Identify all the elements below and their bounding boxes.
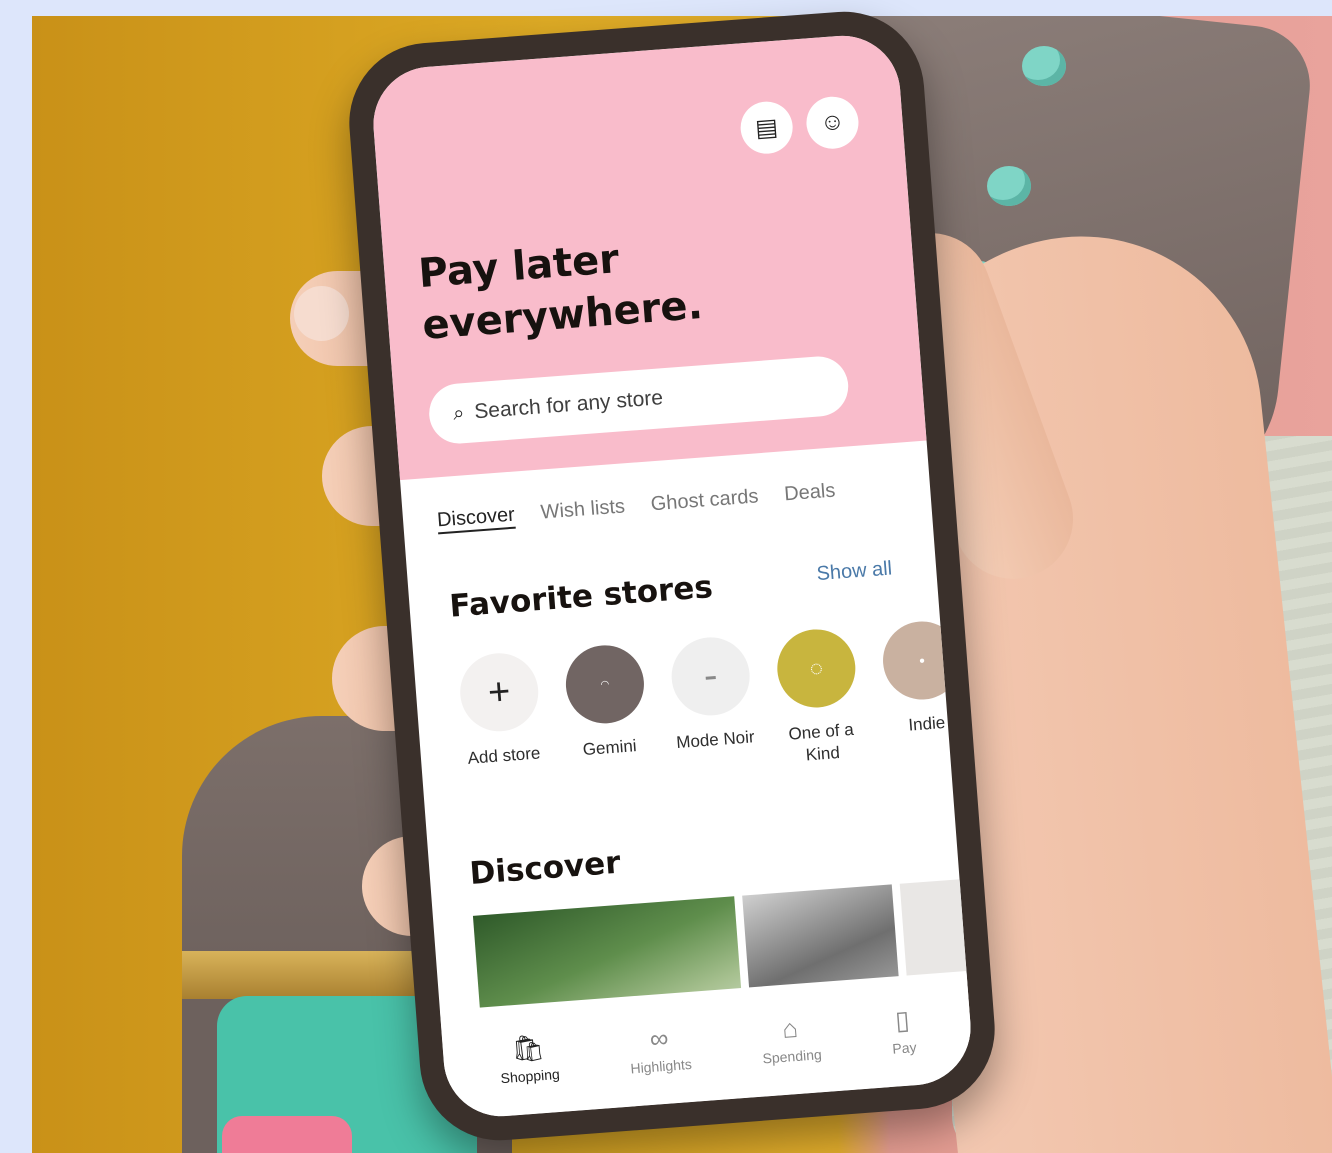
header-panel: ▤ ☺ Pay later everywhere. ⌕ Search for a…	[369, 31, 927, 481]
app-screen: ▤ ☺ Pay later everywhere. ⌕ Search for a…	[369, 31, 975, 1121]
tab-wish-lists[interactable]: Wish lists	[540, 495, 626, 524]
store-one-of-a-kind[interactable]: ◌ One of a Kind	[771, 626, 867, 768]
store-add[interactable]: + Add store	[453, 650, 549, 792]
mode-noir-logo: ▬	[668, 634, 753, 719]
one-of-a-kind-logo: ◌	[774, 626, 859, 711]
smartphone: ▤ ☺ Pay later everywhere. ⌕ Search for a…	[343, 5, 1001, 1147]
lace-hook	[1022, 46, 1066, 86]
nav-shopping[interactable]: 🛍 Shopping	[498, 1031, 561, 1087]
favorite-stores-list: + Add store ◠ Gemini ▬ Mode Noir ◌ One o…	[453, 618, 972, 792]
shopping-bag-icon: 🛍	[510, 1031, 546, 1065]
nav-label: Shopping	[500, 1065, 561, 1087]
search-icon: ⌕	[452, 401, 466, 425]
tab-ghost-cards[interactable]: Ghost cards	[650, 485, 759, 516]
store-mode-noir[interactable]: ▬ Mode Noir	[665, 634, 761, 776]
search-placeholder: Search for any store	[473, 386, 664, 424]
nav-spending[interactable]: ⌂ Spending	[759, 1012, 823, 1067]
nav-label: Pay	[891, 1039, 918, 1057]
skate-pink-stopper	[222, 1116, 352, 1153]
spending-box-icon: ⌂	[781, 1012, 799, 1044]
store-gemini[interactable]: ◠ Gemini	[559, 642, 655, 784]
store-indie[interactable]: ● Indie	[876, 618, 972, 760]
fingernail	[294, 286, 349, 341]
tab-deals[interactable]: Deals	[783, 480, 836, 507]
lace-hook	[987, 166, 1031, 206]
nav-label: Spending	[761, 1046, 823, 1067]
discover-title: Discover	[468, 844, 622, 892]
nav-highlights[interactable]: ∞ Highlights	[627, 1022, 693, 1077]
nav-pay[interactable]: ▯ Pay	[889, 1004, 918, 1057]
store-label: Gemini	[582, 736, 638, 760]
indie-logo: ●	[880, 618, 964, 703]
receipt-icon: ▯	[894, 1004, 911, 1036]
glasses-icon: ∞	[648, 1022, 670, 1054]
favorite-stores-title: Favorite stores	[448, 569, 714, 625]
tab-bar: Discover Wish lists Ghost cards Deals	[436, 472, 930, 532]
receipt-icon[interactable]: ▤	[738, 99, 795, 156]
smiley-face-icon[interactable]: ☺	[804, 94, 861, 151]
store-label: Mode Noir	[675, 727, 756, 753]
headline: Pay later everywhere.	[417, 220, 804, 352]
nav-label: Highlights	[629, 1055, 693, 1077]
search-input[interactable]: ⌕ Search for any store	[427, 354, 851, 446]
tab-discover[interactable]: Discover	[436, 504, 515, 533]
store-label: Indie	[907, 712, 946, 735]
store-label: Add store	[466, 743, 541, 768]
show-all-link[interactable]: Show all	[816, 558, 893, 587]
plus-icon: +	[457, 650, 542, 735]
gemini-logo: ◠	[563, 642, 647, 727]
store-label: One of a Kind	[787, 719, 855, 765]
